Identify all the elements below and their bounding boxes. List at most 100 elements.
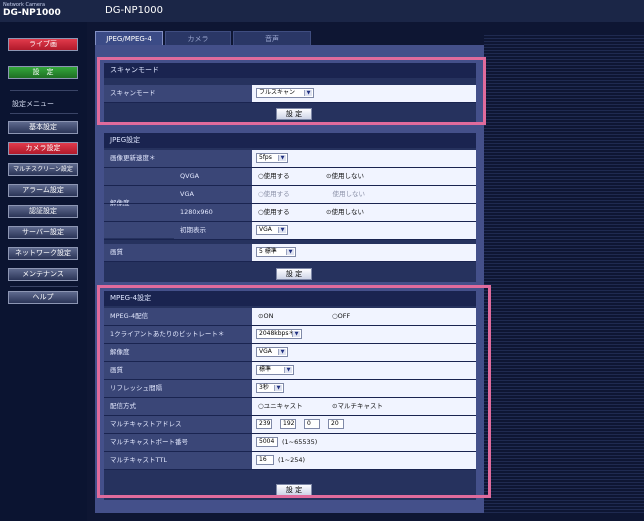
resolution-name: 1280x960 <box>174 204 252 221</box>
tab-jpeg-mpeg4[interactable]: JPEG/MPEG-4 <box>95 31 163 45</box>
initial-display-select[interactable]: VGA ▼ <box>256 225 288 235</box>
select-value: 2048kbps＊ <box>259 330 295 337</box>
setup-button[interactable]: 設 定 <box>8 66 78 79</box>
field-label: 画像更新速度＊ <box>104 150 252 167</box>
scan-mode-select[interactable]: フルスキャン ▼ <box>256 88 314 98</box>
field-value: ○使用する ⊙使用しない <box>252 168 476 185</box>
tab-camera[interactable]: カメラ <box>165 31 231 45</box>
select-value: VGA <box>259 226 272 233</box>
not-use-radio[interactable]: ⊙使用しない <box>326 204 364 221</box>
brand-model: DG-NP1000 <box>3 8 61 18</box>
mpeg4-set-button[interactable]: 設 定 <box>276 484 312 496</box>
tab-audio[interactable]: 音声 <box>233 31 311 45</box>
field-value: 3秒 ▼ <box>252 380 476 397</box>
sidebar-item-auth[interactable]: 認証設定 <box>8 205 78 218</box>
multicast-ttl-row: マルチキャストTTL 16 (1~254) <box>104 452 476 470</box>
mpeg4-method-row: 配信方式 ○ユニキャスト ⊙マルチキャスト <box>104 398 476 416</box>
field-label: マルチキャストTTL <box>104 452 252 469</box>
unicast-radio[interactable]: ○ユニキャスト <box>258 398 303 415</box>
sidebar-item-maintenance[interactable]: メンテナンス <box>8 268 78 281</box>
sidebar: Network Camera DG-NP1000 ライブ画 設 定 設定メニュー… <box>0 0 87 521</box>
section-title: MPEG-4設定 <box>104 291 476 306</box>
jpeg-quality-select[interactable]: 5 標準 ▼ <box>256 247 296 257</box>
field-label: MPEG-4配信 <box>104 308 252 325</box>
radio-label: 使用する <box>263 190 290 198</box>
jpeg-section: JPEG設定 画像更新速度＊ 5fps ▼ 解像度 QVGA ○使用する ⊙使用… <box>104 133 476 282</box>
address-octet-input[interactable]: 239 <box>256 419 272 429</box>
refresh-interval-select[interactable]: 3秒 ▼ <box>256 383 284 393</box>
chevron-down-icon: ▼ <box>292 331 300 337</box>
field-value: 239 192 0 20 <box>252 416 476 433</box>
field-value: 5004 (1~65535) <box>252 434 476 451</box>
field-value: 5fps ▼ <box>252 150 476 167</box>
mpeg4-res-row: 解像度 VGA ▼ <box>104 344 476 362</box>
field-value: VGA ▼ <box>252 222 476 239</box>
address-octet-input[interactable]: 20 <box>328 419 344 429</box>
settings-menu-label: 設定メニュー <box>12 100 54 108</box>
use-radio: ○使用する <box>258 190 290 198</box>
sidebar-item-alarm[interactable]: アラーム設定 <box>8 184 78 197</box>
select-value: 5fps <box>259 154 272 161</box>
section-title: JPEG設定 <box>104 133 476 148</box>
section-title: スキャンモード <box>104 63 476 78</box>
jpeg-set-button[interactable]: 設 定 <box>276 268 312 280</box>
scan-mode-row: スキャンモード フルスキャン ▼ <box>104 85 476 103</box>
select-value: フルスキャン <box>259 89 296 96</box>
field-value: VGA ▼ <box>252 344 476 361</box>
use-radio[interactable]: ○使用する <box>258 204 290 221</box>
field-value: 5 標準 ▼ <box>252 244 476 261</box>
mpeg4-off-radio[interactable]: ○OFF <box>332 308 350 325</box>
sidebar-item-basic[interactable]: 基本設定 <box>8 121 78 134</box>
sidebar-item-camera[interactable]: カメラ設定 <box>8 142 78 155</box>
jpeg-res-row: VGA ○使用する 使用しない <box>104 186 476 204</box>
radio-label: 使用する <box>263 208 290 216</box>
not-use-radio[interactable]: ⊙使用しない <box>326 168 364 185</box>
mpeg4-on-radio[interactable]: ⊙ON <box>258 308 273 325</box>
use-radio[interactable]: ○使用する <box>258 168 290 185</box>
mpeg4-resolution-select[interactable]: VGA ▼ <box>256 347 288 357</box>
chevron-down-icon: ▼ <box>284 367 292 373</box>
not-use-radio: 使用しない <box>326 186 366 203</box>
field-label: 画質 <box>104 362 252 379</box>
field-label: リフレッシュ間隔 <box>104 380 252 397</box>
field-label: 1クライアントあたりのビットレート＊ <box>104 326 252 343</box>
ttl-range-hint: (1~254) <box>278 456 306 464</box>
port-input[interactable]: 5004 <box>256 437 278 447</box>
radio-label: ON <box>263 312 274 320</box>
top-bar <box>87 0 644 22</box>
help-button[interactable]: ヘルプ <box>8 291 78 304</box>
field-label: マルチキャストポート番号 <box>104 434 252 451</box>
multicast-address-row: マルチキャストアドレス 239 192 0 20 <box>104 416 476 434</box>
multicast-radio[interactable]: ⊙マルチキャスト <box>332 398 383 415</box>
field-value: ○ユニキャスト ⊙マルチキャスト <box>252 398 476 415</box>
radio-label: 使用しない <box>332 190 366 198</box>
jpeg-rate-select[interactable]: 5fps ▼ <box>256 153 288 163</box>
divider <box>10 113 78 114</box>
mpeg4-quality-select[interactable]: 標準 ▼ <box>256 365 294 375</box>
mpeg4-quality-row: 画質 標準 ▼ <box>104 362 476 380</box>
chevron-down-icon: ▼ <box>278 155 286 161</box>
field-value: 16 (1~254) <box>252 452 476 469</box>
field-value: ⊙ON ○OFF <box>252 308 476 325</box>
sidebar-item-server[interactable]: サーバー設定 <box>8 226 78 239</box>
jpeg-res-row: QVGA ○使用する ⊙使用しない <box>104 168 476 186</box>
address-octet-input[interactable]: 192 <box>280 419 296 429</box>
app-title: DG-NP1000 <box>105 5 164 16</box>
ttl-input[interactable]: 16 <box>256 455 274 465</box>
chevron-down-icon: ▼ <box>274 385 282 391</box>
select-value: 5 標準 <box>259 248 277 255</box>
field-label: スキャンモード <box>104 85 252 102</box>
field-value: 2048kbps＊ ▼ <box>252 326 476 343</box>
radio-label: OFF <box>337 312 351 320</box>
sidebar-item-network[interactable]: ネットワーク設定 <box>8 247 78 260</box>
address-octet-input[interactable]: 0 <box>304 419 320 429</box>
bitrate-select[interactable]: 2048kbps＊ ▼ <box>256 329 302 339</box>
field-value: 標準 ▼ <box>252 362 476 379</box>
jpeg-initial-row: 初期表示 VGA ▼ <box>104 222 476 240</box>
scan-set-button[interactable]: 設 定 <box>276 108 312 120</box>
sidebar-item-multiscreen[interactable]: マルチスクリーン設定 <box>8 163 78 176</box>
live-button[interactable]: ライブ画 <box>8 38 78 51</box>
radio-label: ユニキャスト <box>263 402 303 410</box>
mpeg4-send-row: MPEG-4配信 ⊙ON ○OFF <box>104 308 476 326</box>
chevron-down-icon: ▼ <box>278 349 286 355</box>
